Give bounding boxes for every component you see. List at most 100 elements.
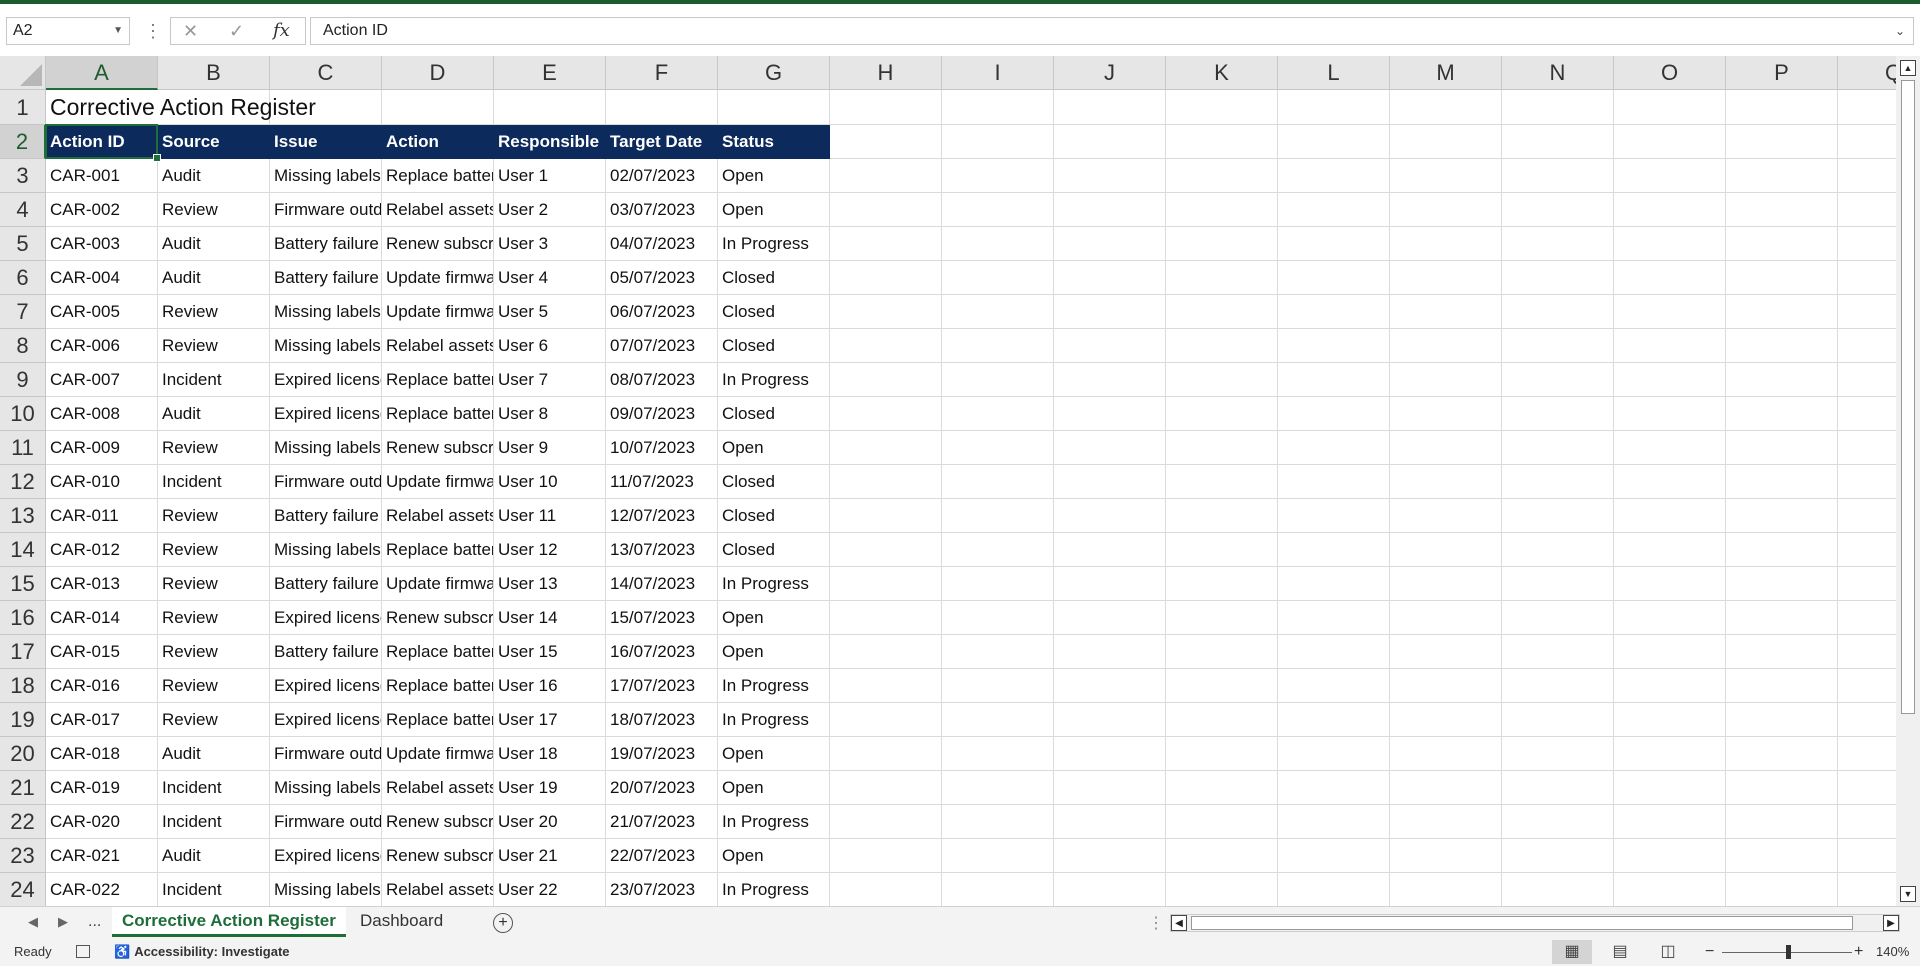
column-header-m[interactable]: M <box>1390 56 1502 90</box>
empty-cell[interactable] <box>942 669 1054 703</box>
add-sheet-icon[interactable]: + <box>493 913 513 933</box>
empty-cell[interactable] <box>830 363 942 397</box>
table-cell[interactable]: In Progress <box>718 703 830 737</box>
table-cell[interactable]: Audit <box>158 159 270 193</box>
table-cell[interactable]: Closed <box>718 261 830 295</box>
table-cell[interactable]: 07/07/2023 <box>606 329 718 363</box>
table-cell[interactable]: Review <box>158 193 270 227</box>
vertical-scroll-thumb[interactable] <box>1901 80 1915 714</box>
table-cell[interactable]: User 20 <box>494 805 606 839</box>
accessibility-status[interactable]: ♿ Accessibility: Investigate <box>114 938 290 966</box>
table-cell[interactable]: CAR-001 <box>46 159 158 193</box>
empty-cell[interactable] <box>1614 771 1726 805</box>
empty-cell[interactable] <box>1614 499 1726 533</box>
empty-cell[interactable] <box>1614 397 1726 431</box>
table-cell[interactable]: 09/07/2023 <box>606 397 718 431</box>
empty-cell[interactable] <box>830 261 942 295</box>
empty-cell[interactable] <box>942 431 1054 465</box>
empty-cell[interactable] <box>942 397 1054 431</box>
empty-cell[interactable] <box>1390 839 1502 873</box>
zoom-out-button[interactable]: − <box>1705 938 1714 966</box>
empty-cell[interactable] <box>1054 703 1166 737</box>
table-cell[interactable]: CAR-014 <box>46 601 158 635</box>
empty-cell[interactable] <box>1390 499 1502 533</box>
table-cell[interactable]: Expired license <box>270 601 382 635</box>
empty-cell[interactable] <box>1278 329 1390 363</box>
row-header[interactable]: 8 <box>0 329 46 363</box>
table-cell[interactable]: Relabel assets <box>382 193 494 227</box>
empty-cell[interactable] <box>1726 601 1838 635</box>
empty-cell[interactable] <box>1614 669 1726 703</box>
empty-cell[interactable] <box>830 771 942 805</box>
empty-cell[interactable] <box>1278 669 1390 703</box>
table-cell[interactable]: User 21 <box>494 839 606 873</box>
table-cell[interactable]: Replace batteries <box>382 703 494 737</box>
column-header-n[interactable]: N <box>1502 56 1614 90</box>
empty-cell[interactable] <box>1726 567 1838 601</box>
expand-formula-bar-icon[interactable]: ⌄ <box>1895 18 1905 44</box>
table-cell[interactable]: User 3 <box>494 227 606 261</box>
empty-cell[interactable] <box>1502 703 1614 737</box>
table-cell[interactable]: 22/07/2023 <box>606 839 718 873</box>
table-cell[interactable]: Missing labels <box>270 295 382 329</box>
empty-cell[interactable] <box>1614 159 1726 193</box>
tab-splitter-handle[interactable]: ⋮ <box>1148 913 1164 933</box>
row-header[interactable]: 18 <box>0 669 46 703</box>
table-cell[interactable]: Expired license <box>270 703 382 737</box>
table-cell[interactable]: Replace batteries <box>382 533 494 567</box>
empty-cell[interactable] <box>1054 329 1166 363</box>
empty-cell[interactable] <box>830 431 942 465</box>
table-cell[interactable]: CAR-017 <box>46 703 158 737</box>
empty-cell[interactable] <box>1838 703 1896 737</box>
table-header-cell[interactable]: Issue <box>270 125 382 159</box>
table-cell[interactable]: Relabel assets <box>382 329 494 363</box>
empty-cell[interactable] <box>1278 363 1390 397</box>
empty-cell[interactable] <box>942 839 1054 873</box>
table-cell[interactable]: Incident <box>158 805 270 839</box>
empty-cell[interactable] <box>1614 431 1726 465</box>
row-header[interactable]: 20 <box>0 737 46 771</box>
empty-cell[interactable] <box>830 465 942 499</box>
empty-cell[interactable] <box>1502 805 1614 839</box>
empty-cell[interactable] <box>1838 601 1896 635</box>
empty-cell[interactable] <box>942 125 1054 159</box>
empty-cell[interactable] <box>1614 90 1726 125</box>
row-header[interactable]: 14 <box>0 533 46 567</box>
empty-cell[interactable] <box>1390 261 1502 295</box>
empty-cell[interactable] <box>1502 227 1614 261</box>
empty-cell[interactable] <box>1726 329 1838 363</box>
empty-cell[interactable] <box>1502 397 1614 431</box>
empty-cell[interactable] <box>942 329 1054 363</box>
table-cell[interactable]: Review <box>158 295 270 329</box>
column-header-d[interactable]: D <box>382 56 494 90</box>
table-cell[interactable]: Firmware outdated <box>270 465 382 499</box>
row-header[interactable]: 22 <box>0 805 46 839</box>
empty-cell[interactable] <box>1502 873 1614 906</box>
empty-cell[interactable] <box>830 159 942 193</box>
table-cell[interactable]: Battery failure <box>270 635 382 669</box>
empty-cell[interactable] <box>1166 839 1278 873</box>
empty-cell[interactable] <box>1838 295 1896 329</box>
table-cell[interactable]: CAR-003 <box>46 227 158 261</box>
empty-cell[interactable] <box>1166 193 1278 227</box>
empty-cell[interactable] <box>1726 635 1838 669</box>
empty-cell[interactable] <box>1614 635 1726 669</box>
empty-cell[interactable] <box>1726 227 1838 261</box>
empty-cell[interactable] <box>1166 805 1278 839</box>
table-cell[interactable]: Review <box>158 567 270 601</box>
table-cell[interactable]: User 15 <box>494 635 606 669</box>
table-cell[interactable]: Renew subscription <box>382 805 494 839</box>
empty-cell[interactable] <box>1278 431 1390 465</box>
empty-cell[interactable] <box>1390 737 1502 771</box>
empty-cell[interactable] <box>830 873 942 906</box>
empty-cell[interactable] <box>830 805 942 839</box>
empty-cell[interactable] <box>1054 771 1166 805</box>
empty-cell[interactable] <box>1054 193 1166 227</box>
empty-cell[interactable] <box>942 737 1054 771</box>
empty-cell[interactable] <box>942 363 1054 397</box>
table-cell[interactable]: In Progress <box>718 227 830 261</box>
table-cell[interactable]: 19/07/2023 <box>606 737 718 771</box>
empty-cell[interactable] <box>1502 669 1614 703</box>
empty-cell[interactable] <box>1614 533 1726 567</box>
empty-cell[interactable] <box>1390 295 1502 329</box>
